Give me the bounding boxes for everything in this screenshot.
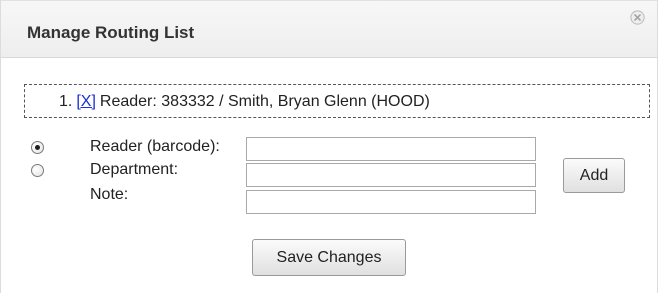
- note-input[interactable]: [246, 190, 536, 214]
- reader-barcode-input[interactable]: [246, 137, 536, 161]
- reader-barcode-label: Reader (barcode):: [90, 138, 220, 155]
- routing-list: 1. [X] Reader: 383332 / Smith, Bryan Glenn…: [24, 84, 650, 118]
- remove-routing-item-link[interactable]: [X]: [76, 93, 96, 110]
- department-label: Department:: [90, 161, 179, 178]
- reader-option-radio[interactable]: [31, 141, 44, 154]
- department-option-radio[interactable]: [31, 164, 44, 177]
- manage-routing-list-dialog: Manage Routing List 1. [X] Reader: 383332 …: [0, 0, 658, 293]
- department-input[interactable]: [246, 163, 536, 187]
- routing-list-item: 1. [X] Reader: 383332 / Smith, Bryan Glenn…: [59, 93, 430, 111]
- routing-item-description: Reader: 383332 / Smith, Bryan Glenn (HOO…: [99, 93, 430, 110]
- dialog-title: Manage Routing List: [27, 23, 195, 42]
- save-changes-button[interactable]: Save Changes: [252, 239, 406, 276]
- note-label: Note:: [90, 186, 129, 203]
- dialog-titlebar: Manage Routing List: [1, 0, 657, 58]
- add-button[interactable]: Add: [563, 158, 625, 193]
- close-icon[interactable]: [630, 10, 645, 25]
- routing-item-number: 1.: [59, 93, 73, 110]
